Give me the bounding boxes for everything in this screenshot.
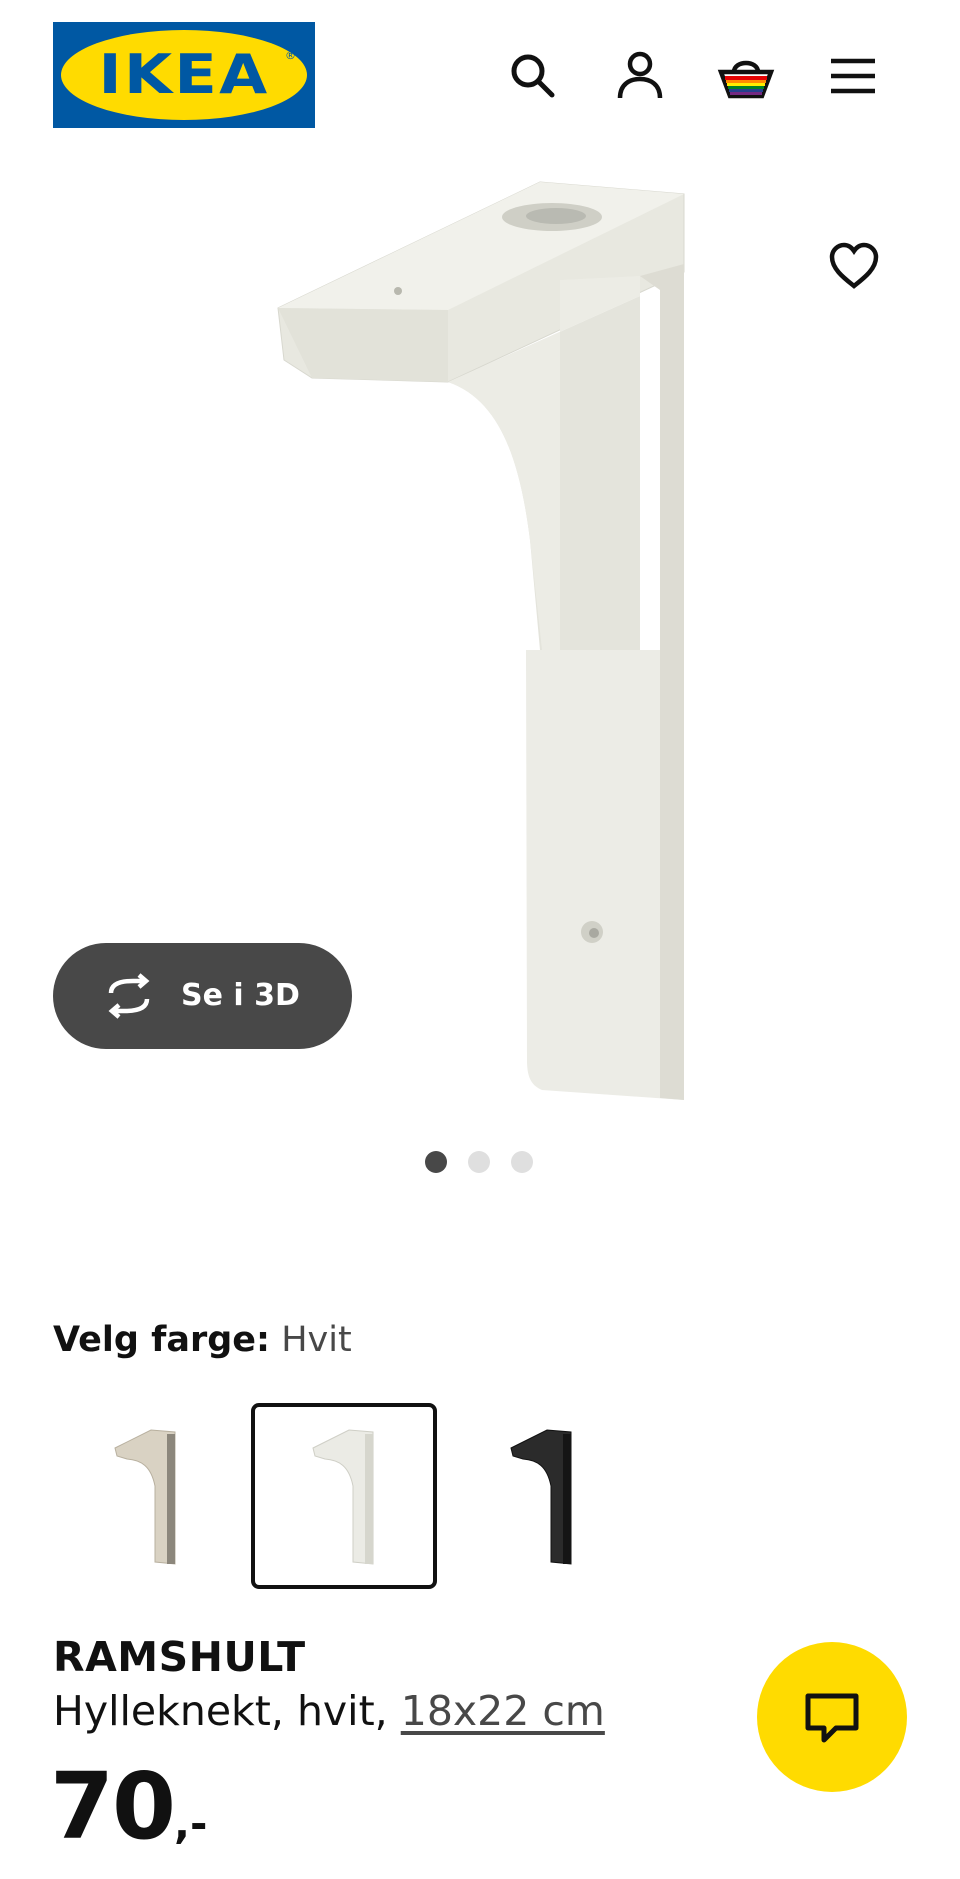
basket-icon[interactable] <box>716 46 776 106</box>
gallery-dot-3[interactable] <box>511 1151 533 1173</box>
product-size-link[interactable]: 18x22 cm <box>401 1687 605 1735</box>
chat-icon <box>805 1693 859 1743</box>
gallery-dot-2[interactable] <box>468 1151 490 1173</box>
bracket-thumb-black <box>510 1429 572 1565</box>
header: IKEA ® <box>0 0 960 150</box>
bracket-thumb-white <box>312 1429 374 1565</box>
logo-text: IKEA <box>98 43 270 106</box>
color-label-text: Velg farge: <box>53 1320 271 1360</box>
price-suffix: ,- <box>174 1799 208 1848</box>
view-3d-button[interactable]: Se i 3D <box>53 943 352 1049</box>
bracket-thumb-beige <box>114 1429 176 1565</box>
selected-color-value: Hvit <box>281 1320 352 1360</box>
favourite-heart-icon[interactable] <box>824 236 884 296</box>
gallery-dot-1[interactable] <box>425 1151 447 1173</box>
product-price: 70,- <box>50 1752 207 1879</box>
rotate-3d-icon <box>108 973 150 1019</box>
product-type: Hylleknekt, hvit, <box>53 1687 388 1735</box>
account-icon[interactable] <box>610 46 670 106</box>
menu-icon[interactable] <box>823 46 883 106</box>
search-icon[interactable] <box>503 46 563 106</box>
color-swatch-beige[interactable] <box>53 1403 239 1589</box>
product-description: Hylleknekt, hvit, 18x22 cm <box>53 1684 605 1738</box>
ikea-logo[interactable]: IKEA ® <box>53 22 315 128</box>
logo-registered-mark: ® <box>285 49 296 62</box>
chat-button[interactable] <box>757 1642 907 1792</box>
color-swatch-white[interactable] <box>251 1403 437 1589</box>
price-value: 70 <box>50 1753 176 1860</box>
view-3d-label: Se i 3D <box>181 978 300 1013</box>
color-picker-label: Velg farge: Hvit <box>53 1314 352 1366</box>
product-name: RAMSHULT <box>53 1633 306 1681</box>
color-swatch-black[interactable] <box>449 1403 635 1589</box>
